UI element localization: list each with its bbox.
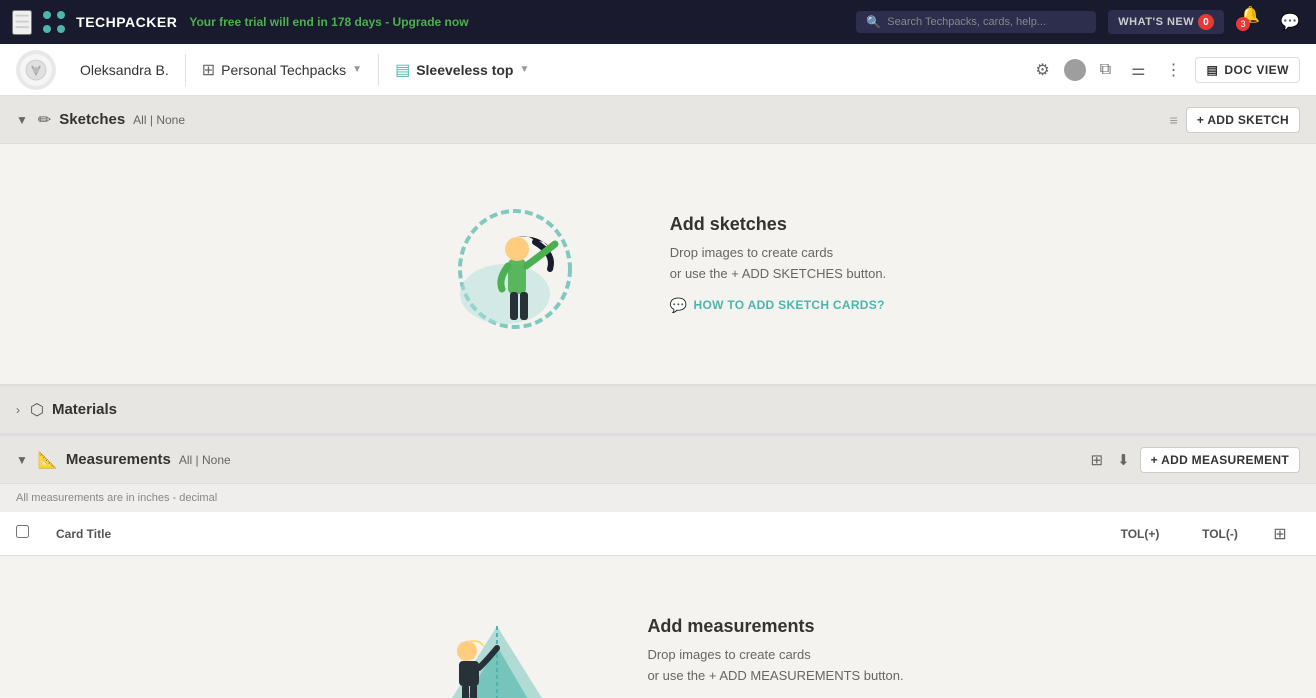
messages-button[interactable]: 💬 bbox=[1276, 8, 1304, 36]
nav-right-actions: ⚙ ⧉ ⚌ ⋮ ▤ DOC VIEW bbox=[1029, 54, 1300, 86]
brand-logo-svg bbox=[24, 58, 48, 82]
add-measurement-label: + ADD MEASUREMENT bbox=[1151, 453, 1289, 467]
add-sketch-button[interactable]: + ADD SKETCH bbox=[1186, 107, 1300, 133]
settings-button[interactable]: ⚙ bbox=[1029, 54, 1055, 86]
more-options-button[interactable]: ⋮ bbox=[1159, 54, 1187, 86]
collection-name: Personal Techpacks bbox=[221, 62, 346, 78]
measurements-note: All measurements are in inches - decimal bbox=[0, 484, 1316, 512]
measurements-table-header: Card Title TOL(+) TOL(-) ⊞ bbox=[0, 512, 1316, 556]
brand-logo bbox=[16, 50, 56, 90]
measurements-download-button[interactable]: ⬇ bbox=[1113, 447, 1134, 473]
measurements-collapse-toggle[interactable]: ▼ bbox=[16, 453, 28, 467]
materials-cube-icon: ⬡ bbox=[30, 400, 44, 420]
whats-new-label: WHAT'S NEW bbox=[1118, 16, 1194, 28]
sketches-filter-all[interactable]: All bbox=[133, 113, 146, 127]
sketches-filter-none[interactable]: None bbox=[156, 113, 185, 127]
measurements-section: ▼ 📐 Measurements All | None ⊞ ⬇ + ADD ME… bbox=[0, 434, 1316, 698]
sketches-header[interactable]: ▼ ✏ Sketches All | None ≡ + ADD SKETCH bbox=[0, 96, 1316, 144]
measurements-empty-state: Add measurements Drop images to create c… bbox=[0, 556, 1316, 698]
select-all-checkbox[interactable] bbox=[16, 525, 29, 538]
col-tol-plus: TOL(+) bbox=[1100, 527, 1180, 541]
upgrade-link[interactable]: Upgrade now bbox=[393, 15, 469, 29]
measurements-empty-text: Add measurements Drop images to create c… bbox=[647, 616, 908, 698]
user-name: Oleksandra B. bbox=[80, 62, 169, 78]
whats-new-badge: 0 bbox=[1198, 14, 1214, 30]
doc-view-button[interactable]: ▤ DOC VIEW bbox=[1195, 57, 1300, 83]
measurements-actions: ⊞ ⬇ + ADD MEASUREMENT bbox=[1087, 447, 1301, 473]
hamburger-menu[interactable]: ☰ bbox=[12, 10, 32, 35]
product-name: Sleeveless top bbox=[416, 62, 513, 78]
sketches-help-link[interactable]: 💬 HOW TO ADD SKETCH CARDS? bbox=[670, 297, 886, 314]
sketches-help-text: HOW TO ADD SKETCH CARDS? bbox=[694, 298, 885, 312]
logo-text: TECHPACKER bbox=[76, 14, 177, 30]
sketches-sort-icon[interactable]: ≡ bbox=[1170, 112, 1178, 128]
add-measurement-button[interactable]: + ADD MEASUREMENT bbox=[1140, 447, 1300, 473]
color-indicator[interactable] bbox=[1064, 59, 1086, 81]
table-columns-button[interactable]: ⊞ bbox=[1273, 524, 1286, 544]
product-chevron: ▼ bbox=[519, 64, 529, 75]
col-check bbox=[16, 525, 56, 543]
measurements-title: Measurements bbox=[66, 451, 171, 468]
product-icon: ▤ bbox=[395, 60, 410, 80]
measurements-empty-title: Add measurements bbox=[647, 616, 908, 637]
col-card-title: Card Title bbox=[56, 527, 1100, 541]
top-navigation: ☰ TECHPACKER Your free trial will end in… bbox=[0, 0, 1316, 44]
doc-view-icon: ▤ bbox=[1206, 63, 1218, 77]
add-sketch-label: + ADD SKETCH bbox=[1197, 113, 1289, 127]
search-icon: 🔍 bbox=[866, 15, 881, 29]
sketches-title: Sketches bbox=[59, 111, 125, 128]
measurements-filter-all[interactable]: All bbox=[179, 453, 192, 467]
secondary-navigation: Oleksandra B. ⊞ Personal Techpacks ▼ ▤ S… bbox=[0, 44, 1316, 96]
col-tol-minus: TOL(-) bbox=[1180, 527, 1260, 541]
sketches-illustration-svg bbox=[430, 184, 610, 344]
layers-icon: ⊞ bbox=[202, 60, 215, 80]
measurements-filter-none[interactable]: None bbox=[202, 453, 231, 467]
product-nav[interactable]: ▤ Sleeveless top ▼ bbox=[383, 44, 541, 96]
filter-button[interactable]: ⚌ bbox=[1125, 54, 1151, 86]
sketches-empty-line1: Drop images to create cards bbox=[670, 243, 886, 264]
global-search[interactable]: 🔍 Search Techpacks, cards, help... bbox=[856, 11, 1096, 33]
measurements-content: All measurements are in inches - decimal… bbox=[0, 484, 1316, 698]
notifications-button[interactable]: 🔔 3 bbox=[1236, 1, 1264, 43]
measurements-header[interactable]: ▼ 📐 Measurements All | None ⊞ ⬇ + ADD ME… bbox=[0, 436, 1316, 484]
nav-divider-1 bbox=[185, 54, 186, 86]
whats-new-button[interactable]: WHAT'S NEW 0 bbox=[1108, 10, 1224, 34]
techpacker-logo-icon bbox=[40, 8, 68, 36]
materials-header[interactable]: › ⬡ Materials bbox=[0, 386, 1316, 434]
sketches-empty-line2: or use the + ADD SKETCHES button. bbox=[670, 264, 886, 285]
sketches-pencil-icon: ✏ bbox=[38, 110, 51, 130]
sketches-empty-state: Add sketches Drop images to create cards… bbox=[0, 144, 1316, 384]
trial-message: Your free trial will end in 178 days - U… bbox=[189, 15, 844, 29]
sketches-empty-title: Add sketches bbox=[670, 214, 886, 235]
sketches-illustration: Add sketches Drop images to create cards… bbox=[430, 184, 886, 344]
doc-view-label: DOC VIEW bbox=[1224, 63, 1289, 77]
collection-chevron: ▼ bbox=[352, 64, 362, 75]
measurements-grid-view-button[interactable]: ⊞ bbox=[1087, 447, 1108, 473]
user-name-nav[interactable]: Oleksandra B. bbox=[68, 44, 181, 96]
notifications-badge: 3 bbox=[1236, 17, 1250, 31]
measurements-empty-line2: or use the + ADD MEASUREMENTS button. bbox=[647, 666, 908, 687]
materials-expand-toggle[interactable]: › bbox=[16, 403, 20, 417]
sketches-actions: ≡ + ADD SKETCH bbox=[1170, 107, 1300, 133]
nav-divider-2 bbox=[378, 54, 379, 86]
sketches-collapse-toggle[interactable]: ▼ bbox=[16, 113, 28, 127]
sketches-empty-text: Add sketches Drop images to create cards… bbox=[670, 214, 886, 314]
copy-button[interactable]: ⧉ bbox=[1094, 55, 1117, 85]
measurements-filter: All | None bbox=[179, 453, 231, 467]
measurements-empty-line1: Drop images to create cards bbox=[647, 645, 908, 666]
sketches-section: ▼ ✏ Sketches All | None ≡ + ADD SKETCH bbox=[0, 96, 1316, 384]
collection-nav[interactable]: ⊞ Personal Techpacks ▼ bbox=[190, 44, 374, 96]
col-actions: ⊞ bbox=[1260, 524, 1300, 544]
measurements-illustration-svg bbox=[407, 586, 587, 698]
measurements-chart-icon: 📐 bbox=[38, 450, 58, 470]
help-icon: 💬 bbox=[670, 297, 688, 314]
main-content: ▼ ✏ Sketches All | None ≡ + ADD SKETCH bbox=[0, 96, 1316, 698]
measurements-illustration: Add measurements Drop images to create c… bbox=[407, 586, 908, 698]
search-placeholder: Search Techpacks, cards, help... bbox=[887, 16, 1046, 28]
sketches-filter: All | None bbox=[133, 113, 185, 127]
materials-title: Materials bbox=[52, 401, 117, 418]
materials-section: › ⬡ Materials bbox=[0, 384, 1316, 434]
